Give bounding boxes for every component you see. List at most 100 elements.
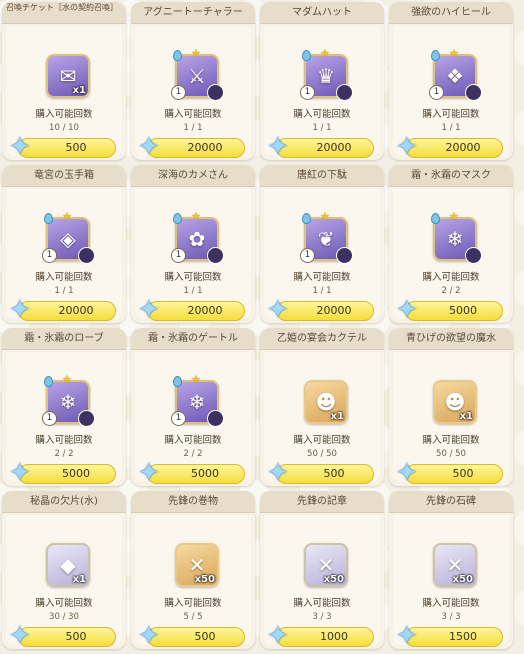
price-button[interactable]: ✦ 5000 [138,459,245,486]
purchase-limit-label: 購入可能回数 [35,272,93,283]
item-icon[interactable]: ❄ ★ 1 [42,373,95,427]
item-icon[interactable]: ⚔ ★ 1 [171,47,224,101]
star-icon: ★ [191,373,201,386]
price-button[interactable]: ✦ 500 [267,459,374,486]
purchase-limit-label: 購入可能回数 [35,435,93,446]
price-button[interactable]: ✦ 20000 [138,296,245,323]
water-element-icon [173,50,182,61]
character-face-icon [78,247,95,264]
price-button[interactable]: ✦ 20000 [138,133,245,160]
character-face-icon [465,84,482,101]
price-value: 20000 [58,304,94,317]
shop-item-card[interactable]: アグニートーチャラー ⚔ ★ 1 購入可能回数 1 / 1 ✦ 20000 [131,2,255,160]
item-icon[interactable]: ✉ x1 [46,54,90,98]
character-face-icon [78,410,95,427]
price-value: 5000 [449,304,477,317]
item-level-badge: 1 [300,248,315,263]
card-body: ⚔ ★ 1 購入可能回数 1 / 1 ✦ 20000 [135,26,251,160]
item-icon[interactable]: ☻ x1 [304,380,348,424]
shop-item-card[interactable]: マダムハット ♛ ★ 1 購入可能回数 1 / 1 ✦ 20000 [260,2,384,160]
shop-item-card[interactable]: 霜・氷霜のゲートル ❄ ★ 1 購入可能回数 2 / 2 ✦ 5000 [131,328,255,486]
item-title: 霜・氷霜のゲートル [131,328,255,350]
item-title: マダムハット [260,2,384,24]
price-value: 20000 [187,304,223,317]
item-icon[interactable]: ☻ x1 [433,380,477,424]
item-title: 秘晶の欠片(水) [2,491,126,513]
price-button[interactable]: ✦ 1000 [267,622,374,649]
purchase-limit-label: 購入可能回数 [35,109,93,120]
item-icon[interactable]: ❄ ★ [431,210,482,264]
shop-item-card[interactable]: 召喚チケット［水の契約召喚］ ✉ x1 購入可能回数 10 / 10 ✦ 500 [2,2,126,160]
gem-star-icon: ✦ [267,621,289,649]
purchase-limit-label: 購入可能回数 [164,435,222,446]
card-body: ☻ x1 購入可能回数 50 / 50 ✦ 500 [393,352,509,486]
character-face-icon [207,247,224,264]
shop-item-card[interactable]: 青ひげの欲望の魔水 ☻ x1 購入可能回数 50 / 50 ✦ 500 [389,328,513,486]
shop-item-card[interactable]: 先鋒の巻物 ✕ x50 購入可能回数 5 / 5 ✦ 500 [131,491,255,649]
character-face-icon [465,247,482,264]
price-button[interactable]: ✦ 5000 [9,459,116,486]
item-title: 先鋒の記章 [260,491,384,513]
purchase-limit-label: 購入可能回数 [422,435,480,446]
price-value: 500 [65,630,87,643]
item-icon[interactable]: ◆ x1 [46,543,90,587]
gem-star-icon: ✦ [396,458,418,486]
shop-item-card[interactable]: 霜・氷霜のマスク ❄ ★ 購入可能回数 2 / 2 ✦ 5000 [389,165,513,323]
item-level-badge: 1 [300,85,315,100]
card-body: ❖ ★ 1 購入可能回数 1 / 1 ✦ 20000 [393,26,509,160]
card-body: ◈ ★ 1 購入可能回数 1 / 1 ✦ 20000 [6,189,122,323]
gem-star-icon: ✦ [267,458,289,486]
price-button[interactable]: ✦ 1500 [396,622,503,649]
item-icon[interactable]: ❖ ★ 1 [429,47,482,101]
item-title: 霜・氷霜のローブ [2,328,126,350]
card-body: ☻ x1 購入可能回数 50 / 50 ✦ 500 [264,352,380,486]
water-element-icon [431,213,440,224]
shop-item-card[interactable]: 深海のカメさん ✿ ★ 1 購入可能回数 1 / 1 ✦ 20000 [131,165,255,323]
gem-star-icon: ✦ [9,458,31,486]
item-title: 青ひげの欲望の魔水 [389,328,513,350]
item-icon[interactable]: ◈ ★ 1 [42,210,95,264]
shop-item-card[interactable]: 竜宮の玉手箱 ◈ ★ 1 購入可能回数 1 / 1 ✦ 20000 [2,165,126,323]
price-button[interactable]: ✦ 20000 [396,133,503,160]
item-icon[interactable]: ♛ ★ 1 [300,47,353,101]
water-element-icon [302,50,311,61]
price-value: 1500 [449,630,477,643]
price-button[interactable]: ✦ 500 [138,622,245,649]
star-icon: ★ [62,210,72,223]
shop-item-card[interactable]: 秘晶の欠片(水) ◆ x1 購入可能回数 30 / 30 ✦ 500 [2,491,126,649]
price-button[interactable]: ✦ 5000 [396,296,503,323]
item-icon[interactable]: ✕ x50 [433,543,477,587]
item-icon[interactable]: ✕ x50 [175,543,219,587]
price-button[interactable]: ✦ 500 [9,133,116,160]
item-icon[interactable]: ❄ ★ 1 [171,373,224,427]
water-element-icon [431,50,440,61]
item-level-badge: 1 [429,85,444,100]
item-icon[interactable]: ❦ ★ 1 [300,210,353,264]
shop-item-card[interactable]: 乙姫の宴会カクテル ☻ x1 購入可能回数 50 / 50 ✦ 500 [260,328,384,486]
item-title: 乙姫の宴会カクテル [260,328,384,350]
price-button[interactable]: ✦ 500 [9,622,116,649]
price-value: 500 [194,630,216,643]
item-icon[interactable]: ✕ x50 [304,543,348,587]
shop-item-card[interactable]: 霜・氷霜のローブ ❄ ★ 1 購入可能回数 2 / 2 ✦ 5000 [2,328,126,486]
price-button[interactable]: ✦ 20000 [267,296,374,323]
shop-item-card[interactable]: 先鋒の石碑 ✕ x50 購入可能回数 3 / 3 ✦ 1500 [389,491,513,649]
card-body: ❄ ★ 購入可能回数 2 / 2 ✦ 5000 [393,189,509,323]
item-level-badge: 1 [171,248,186,263]
star-icon: ★ [191,47,201,60]
shop-item-card[interactable]: 先鋒の記章 ✕ x50 購入可能回数 3 / 3 ✦ 1000 [260,491,384,649]
item-icon[interactable]: ✿ ★ 1 [171,210,224,264]
shop-item-card[interactable]: 強欲のハイヒール ❖ ★ 1 購入可能回数 1 / 1 ✦ 20000 [389,2,513,160]
star-icon: ★ [449,210,459,223]
item-title: 強欲のハイヒール [389,2,513,24]
price-button[interactable]: ✦ 20000 [267,133,374,160]
item-title: 召喚チケット［水の契約召喚］ [2,2,126,24]
item-level-badge: 1 [42,248,57,263]
gem-star-icon: ✦ [396,132,418,160]
price-button[interactable]: ✦ 500 [396,459,503,486]
shop-item-card[interactable]: 唐紅の下駄 ❦ ★ 1 購入可能回数 1 / 1 ✦ 20000 [260,165,384,323]
price-button[interactable]: ✦ 20000 [9,296,116,323]
star-icon: ★ [191,210,201,223]
star-icon: ★ [320,47,330,60]
card-body: ❦ ★ 1 購入可能回数 1 / 1 ✦ 20000 [264,189,380,323]
